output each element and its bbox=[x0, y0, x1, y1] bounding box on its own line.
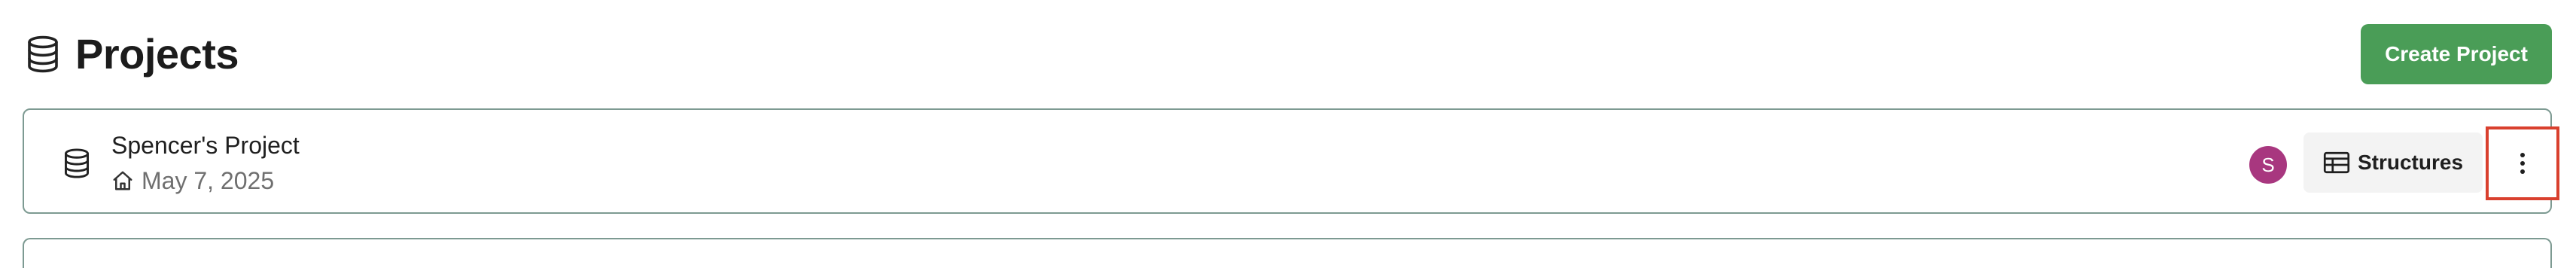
home-icon bbox=[111, 169, 134, 192]
database-icon bbox=[62, 148, 92, 179]
page-title: Projects bbox=[75, 30, 239, 78]
project-card[interactable] bbox=[23, 238, 2552, 268]
project-name[interactable]: Spencer's Project bbox=[111, 132, 300, 159]
avatar[interactable]: S bbox=[2249, 146, 2287, 184]
create-project-button[interactable]: Create Project bbox=[2361, 24, 2552, 84]
structures-button[interactable]: Structures bbox=[2303, 132, 2483, 193]
table-icon bbox=[2323, 151, 2350, 175]
project-date-row: May 7, 2025 bbox=[111, 169, 274, 193]
more-vertical-icon bbox=[2520, 152, 2526, 175]
project-date: May 7, 2025 bbox=[142, 167, 275, 194]
database-icon bbox=[24, 35, 62, 74]
project-card[interactable]: Spencer's Project May 7, 2025 S Structur… bbox=[23, 108, 2559, 214]
page-header: Projects bbox=[24, 26, 239, 83]
more-options-button[interactable] bbox=[2486, 126, 2559, 200]
structures-label: Structures bbox=[2357, 151, 2464, 174]
